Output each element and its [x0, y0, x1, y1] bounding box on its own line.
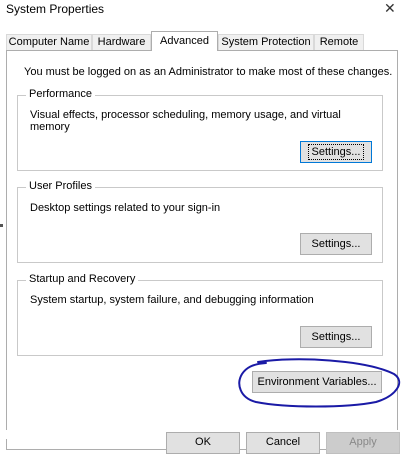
ok-button[interactable]: OK — [166, 432, 240, 454]
user-profiles-group: User Profiles Desktop settings related t… — [17, 180, 383, 263]
performance-settings-button[interactable]: Settings... — [300, 141, 372, 163]
tab-computer-name[interactable]: Computer Name — [6, 34, 92, 50]
tab-remote[interactable]: Remote — [314, 34, 364, 50]
close-icon[interactable]: ✕ — [384, 0, 396, 17]
admin-note: You must be logged on as an Administrato… — [24, 66, 393, 78]
tab-system-protection[interactable]: System Protection — [218, 34, 314, 50]
tab-strip: Computer Name Hardware Advanced System P… — [6, 31, 400, 51]
performance-description: Visual effects, processor scheduling, me… — [30, 109, 341, 133]
cancel-button[interactable]: Cancel — [246, 432, 320, 454]
performance-group: Performance Visual effects, processor sc… — [17, 88, 383, 171]
user-profiles-description: Desktop settings related to your sign-in — [30, 202, 221, 214]
startup-recovery-group: Startup and Recovery System startup, sys… — [17, 273, 383, 356]
performance-settings-label: Settings... — [307, 144, 365, 160]
annotation-circle — [238, 358, 401, 408]
tab-advanced[interactable]: Advanced — [151, 31, 218, 51]
startup-recovery-group-label: Startup and Recovery — [26, 273, 139, 285]
startup-recovery-settings-button[interactable]: Settings... — [300, 326, 372, 348]
window-title: System Properties — [6, 2, 105, 16]
edge-marker — [0, 224, 3, 227]
title-bar: System Properties ✕ — [0, 0, 402, 22]
tab-hardware[interactable]: Hardware — [92, 34, 151, 50]
user-profiles-settings-button[interactable]: Settings... — [300, 233, 372, 255]
user-profiles-group-label: User Profiles — [26, 180, 95, 192]
startup-recovery-description: System startup, system failure, and debu… — [30, 294, 314, 306]
apply-button[interactable]: Apply — [326, 432, 400, 454]
performance-group-label: Performance — [26, 88, 95, 100]
